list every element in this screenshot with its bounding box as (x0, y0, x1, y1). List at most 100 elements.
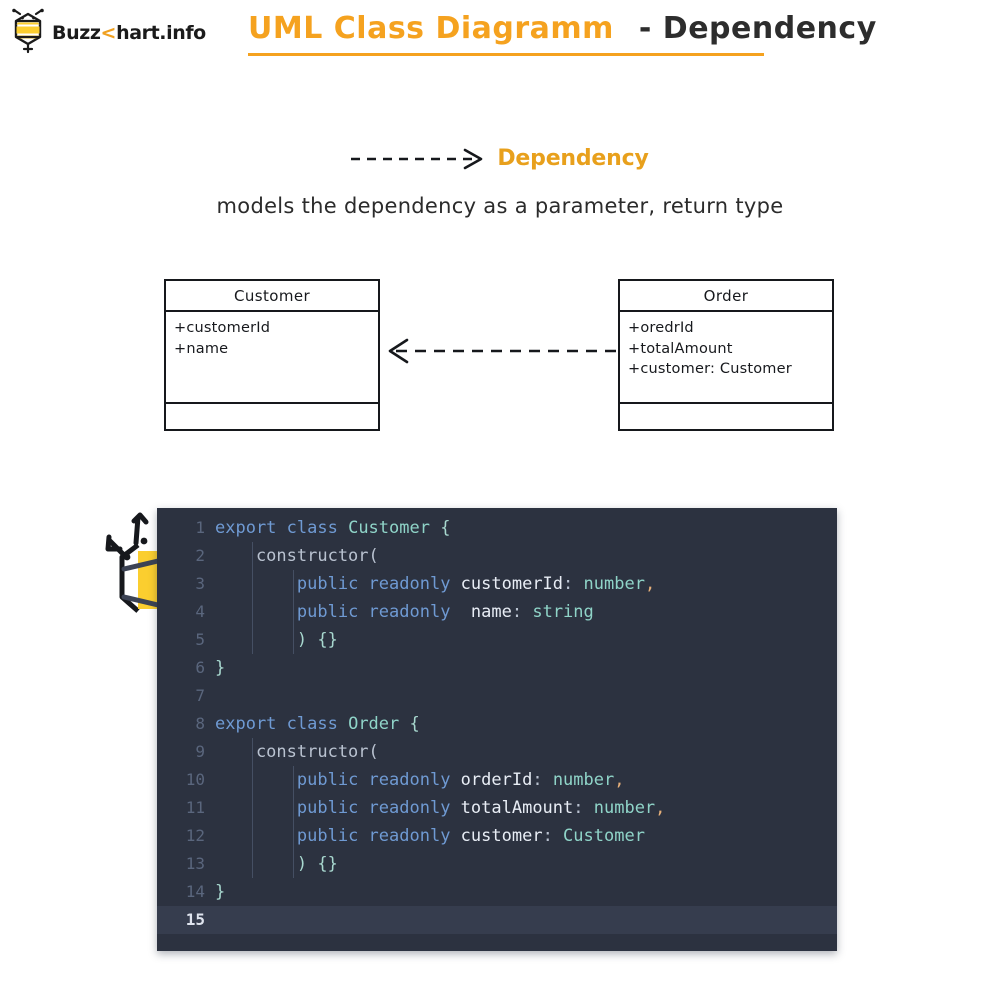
code-line-text: } (215, 654, 225, 682)
code-line[interactable]: 15 (157, 906, 837, 934)
code-token: customer (460, 826, 543, 846)
code-line-text: public readonly totalAmount: number, (215, 794, 666, 822)
code-line[interactable]: 4 public readonly name: string (157, 598, 837, 626)
uml-class-order[interactable]: Order +oredrId +totalAmount +customer: C… (618, 279, 834, 431)
code-line[interactable]: 8 export class Order { (157, 710, 837, 738)
line-number: 12 (185, 826, 205, 845)
line-number: 4 (195, 602, 205, 621)
code-token: readonly (368, 826, 461, 846)
uml-attribute: +customer: Customer (628, 361, 792, 377)
code-token: class (286, 518, 349, 538)
line-number: 10 (185, 770, 205, 789)
code-line[interactable]: 2 constructor( (157, 542, 837, 570)
code-token: readonly (368, 798, 461, 818)
code-token: constructor( (215, 546, 379, 566)
uml-class-customer-attributes: +customerId +name (166, 312, 378, 404)
uml-class-customer-name: Customer (166, 281, 378, 312)
code-token: export (215, 714, 287, 734)
code-token: public (296, 798, 369, 818)
uml-diagram: Customer +customerId +name Order +oredrI… (0, 0, 1000, 460)
code-token: ) {} (296, 630, 338, 650)
code-token: public (296, 826, 369, 846)
code-token: : (532, 770, 553, 790)
line-number: 2 (195, 546, 205, 565)
line-number: 8 (195, 714, 205, 733)
code-token: : (563, 574, 584, 594)
code-line[interactable]: 14} (157, 878, 837, 906)
code-line-text: export class Customer { (215, 514, 450, 542)
line-number: 9 (195, 742, 205, 761)
code-token: : (542, 826, 564, 846)
line-number: 5 (195, 630, 205, 649)
code-line-text: ) {} (215, 850, 338, 878)
code-line[interactable]: 7 (157, 682, 837, 710)
indent-guide (292, 766, 294, 878)
line-number: 7 (195, 686, 205, 705)
dependency-arrow (388, 338, 619, 364)
uml-attribute: +name (174, 340, 229, 357)
code-token: class (286, 714, 349, 734)
line-number: 14 (185, 882, 205, 901)
line-number: 11 (185, 798, 205, 817)
uml-class-order-attributes: +oredrId +totalAmount +customer: Custome… (620, 312, 832, 404)
code-line[interactable]: 13 ) {} (157, 850, 837, 878)
code-line[interactable]: 9 constructor( (157, 738, 837, 766)
code-block[interactable]: 1 export class Customer {2 constructor(3 … (157, 508, 837, 951)
code-line-text: constructor( (215, 542, 379, 570)
code-line-text: ) {} (215, 626, 338, 654)
uml-attribute: +customerId (174, 320, 271, 336)
uml-attribute: +oredrId (628, 320, 694, 336)
uml-class-order-methods (620, 404, 832, 429)
indent-guide (252, 542, 253, 654)
code-token: string (532, 602, 594, 622)
code-line[interactable]: 3 public readonly customerId: number, (157, 570, 837, 598)
code-token: name (460, 602, 512, 622)
uml-class-customer-methods (166, 404, 378, 429)
uml-class-order-name: Order (620, 281, 832, 312)
code-token: Order (348, 714, 400, 734)
code-token: public (296, 770, 369, 790)
code-token: number (583, 574, 645, 594)
line-number: 15 (185, 910, 205, 929)
code-token: readonly (368, 602, 461, 622)
indent-guide (292, 570, 294, 654)
code-token: orderId (460, 770, 533, 790)
code-token: , (655, 798, 666, 818)
code-line-text: public readonly orderId: number, (215, 766, 625, 794)
uml-class-customer[interactable]: Customer +customerId +name (164, 279, 380, 431)
code-line[interactable]: 6} (157, 654, 837, 682)
code-line-text: constructor( (215, 738, 379, 766)
code-line-text: } (215, 878, 225, 906)
code-line[interactable]: 1 export class Customer { (157, 514, 837, 542)
code-token: , (644, 574, 656, 594)
code-line-text: public readonly name: string (215, 598, 594, 626)
code-token: ) {} (296, 854, 338, 874)
line-number: 6 (195, 658, 205, 677)
code-lines-container[interactable]: 1 export class Customer {2 constructor(3 … (157, 508, 837, 934)
code-line[interactable]: 11 public readonly totalAmount: number, (157, 794, 837, 822)
code-token: { (429, 518, 451, 538)
code-line[interactable]: 12 public readonly customer: Customer (157, 822, 837, 850)
code-line[interactable]: 10 public readonly orderId: number, (157, 766, 837, 794)
code-token: readonly (368, 770, 461, 790)
code-token: : (573, 798, 594, 818)
code-token: customerId (460, 574, 564, 594)
code-token: totalAmount (460, 798, 574, 818)
code-token: number (552, 770, 615, 790)
code-line[interactable]: 5 ) {} (157, 626, 837, 654)
code-token: Customer (348, 518, 430, 538)
code-token: } (215, 658, 226, 678)
code-token: constructor( (215, 742, 379, 762)
code-token: readonly (368, 574, 461, 594)
code-token: { (399, 714, 420, 734)
code-token: public (296, 602, 369, 622)
code-token: } (215, 882, 226, 902)
code-token: , (614, 770, 625, 790)
